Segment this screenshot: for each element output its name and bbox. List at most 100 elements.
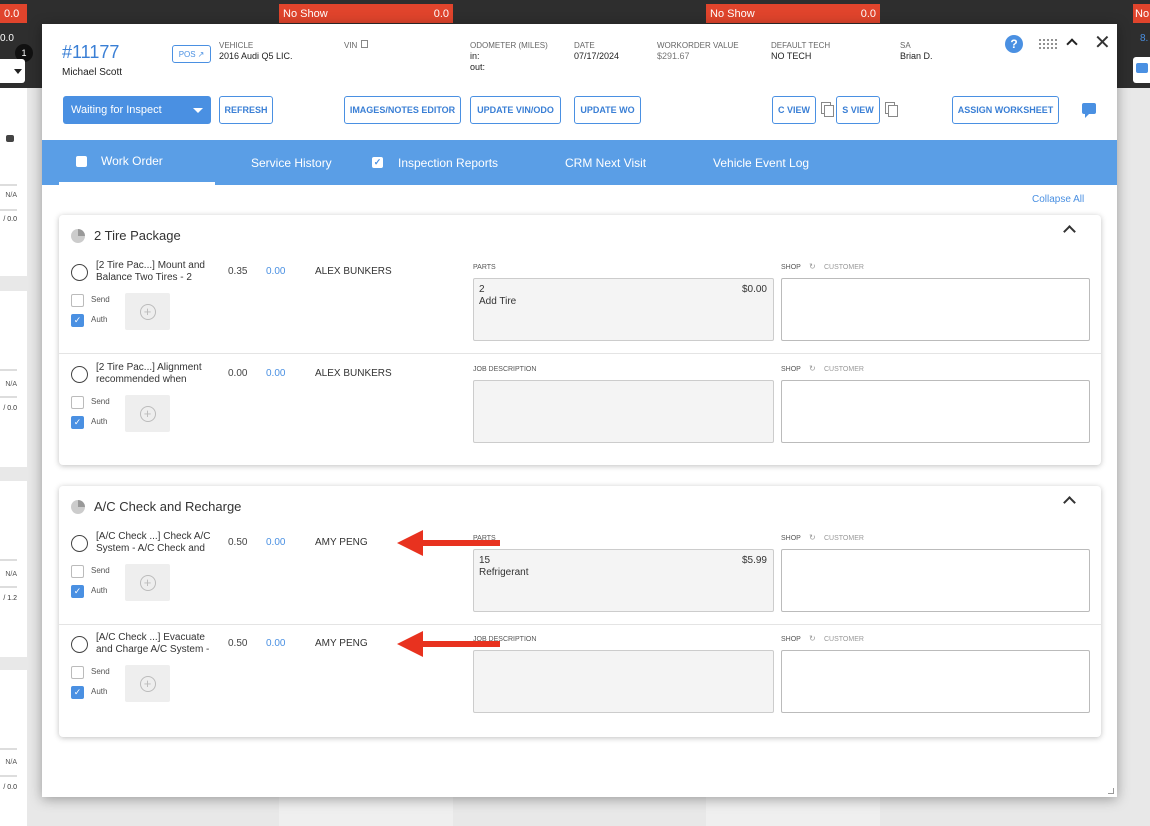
job-description-input[interactable] bbox=[473, 650, 774, 713]
job-tech[interactable]: AMY PENG bbox=[315, 537, 368, 548]
job-radio[interactable] bbox=[71, 636, 88, 653]
copy-icon[interactable] bbox=[361, 40, 368, 48]
job-name[interactable]: [2 Tire Pac...] Mount and Balance Two Ti… bbox=[96, 260, 221, 284]
s-view-button[interactable]: S VIEW bbox=[836, 96, 880, 124]
send-checkbox[interactable] bbox=[71, 565, 84, 578]
collapse-all-link[interactable]: Collapse All bbox=[1032, 194, 1084, 205]
c-view-button[interactable]: C VIEW bbox=[772, 96, 816, 124]
tab-crm-next-visit[interactable]: CRM Next Visit bbox=[565, 140, 646, 185]
parts-label: PARTS bbox=[473, 264, 496, 271]
refresh-icon[interactable]: ↻ bbox=[809, 262, 816, 271]
shop-notes-input[interactable] bbox=[781, 549, 1090, 612]
chevron-up-icon[interactable] bbox=[1063, 225, 1076, 238]
job-hours[interactable]: 0.00 bbox=[228, 368, 247, 379]
job-name[interactable]: [A/C Check ...] Evacuate and Charge A/C … bbox=[96, 632, 221, 656]
job-cost[interactable]: 0.00 bbox=[266, 537, 285, 548]
copy-icon[interactable] bbox=[821, 102, 834, 117]
pos-button[interactable]: POS ↗ bbox=[172, 45, 211, 63]
status-select[interactable]: Waiting for Inspect bbox=[63, 96, 211, 124]
send-checkbox[interactable] bbox=[71, 396, 84, 409]
job-hours[interactable]: 0.50 bbox=[228, 537, 247, 548]
resize-handle[interactable] bbox=[1108, 788, 1114, 794]
pie-icon bbox=[71, 229, 85, 243]
bg-badge-label: 0.0 bbox=[4, 7, 20, 20]
odometer-label: ODOMETER (MILES) bbox=[470, 41, 548, 50]
tab-checkbox[interactable] bbox=[76, 155, 87, 167]
bg-left-card[interactable]: N/A / 0.0 bbox=[0, 670, 27, 826]
refresh-icon[interactable]: ↻ bbox=[809, 364, 816, 373]
add-photo-button[interactable]: + bbox=[125, 293, 170, 330]
refresh-icon[interactable]: ↻ bbox=[809, 634, 816, 643]
work-order-number[interactable]: #11177 bbox=[62, 42, 119, 63]
images-notes-editor-button[interactable]: IMAGES/NOTES EDITOR bbox=[344, 96, 461, 124]
job-cost[interactable]: 0.00 bbox=[266, 638, 285, 649]
update-vin-odo-button[interactable]: UPDATE VIN/ODO bbox=[470, 96, 561, 124]
odometer-in: in: bbox=[470, 51, 480, 61]
job-cost[interactable]: 0.00 bbox=[266, 368, 285, 379]
auth-checkbox[interactable]: ✓ bbox=[71, 686, 84, 699]
plus-icon: + bbox=[139, 405, 156, 422]
bg-left-card[interactable]: N/A / 1.2 bbox=[0, 481, 27, 657]
caret-down-icon bbox=[193, 107, 203, 113]
job-radio[interactable] bbox=[71, 264, 88, 281]
refresh-button[interactable]: REFRESH bbox=[219, 96, 273, 124]
send-checkbox[interactable] bbox=[71, 294, 84, 307]
copy-icon[interactable] bbox=[885, 102, 898, 117]
job-tech[interactable]: ALEX BUNKERS bbox=[315, 368, 392, 379]
job-name[interactable]: [2 Tire Pac...] Alignment recommended wh… bbox=[96, 362, 221, 386]
job-hours[interactable]: 0.50 bbox=[228, 638, 247, 649]
pie-icon bbox=[71, 500, 85, 514]
tab-checkbox-checked[interactable]: ✓ bbox=[372, 157, 383, 168]
parts-box[interactable]: 15 Refrigerant $5.99 bbox=[473, 549, 774, 612]
bg-left-card[interactable]: N/A / 0.0 bbox=[0, 291, 27, 467]
bg-card-value: / 1.2 bbox=[3, 595, 17, 602]
shop-notes-input[interactable] bbox=[781, 380, 1090, 443]
job-tech[interactable]: ALEX BUNKERS bbox=[315, 266, 392, 277]
divider bbox=[59, 624, 1101, 625]
tab-bar: Work Order Service History ✓ Inspection R… bbox=[42, 140, 1117, 185]
add-photo-button[interactable]: + bbox=[125, 665, 170, 702]
bg-card-value: / 0.0 bbox=[3, 784, 17, 791]
parts-box[interactable]: 2 Add Tire $0.00 bbox=[473, 278, 774, 341]
job-tech[interactable]: AMY PENG bbox=[315, 638, 368, 649]
tab-inspection-reports[interactable]: ✓ Inspection Reports bbox=[372, 140, 498, 185]
bg-right-chat-button[interactable] bbox=[1133, 57, 1150, 83]
bg-left-card[interactable]: N/A / 0.0 bbox=[0, 88, 27, 276]
job-description-input[interactable] bbox=[473, 380, 774, 443]
grid-icon[interactable] bbox=[1038, 38, 1058, 49]
auth-checkbox[interactable]: ✓ bbox=[71, 314, 84, 327]
job-hours[interactable]: 0.35 bbox=[228, 266, 247, 277]
customer-label: CUSTOMER bbox=[824, 366, 864, 373]
auth-checkbox[interactable]: ✓ bbox=[71, 585, 84, 598]
chevron-up-icon[interactable] bbox=[1066, 34, 1078, 51]
annotation-arrow bbox=[397, 530, 500, 556]
auth-checkbox[interactable]: ✓ bbox=[71, 416, 84, 429]
job-radio[interactable] bbox=[71, 535, 88, 552]
auth-label: Auth bbox=[91, 417, 108, 426]
wo-value: $291.67 bbox=[657, 51, 690, 61]
send-checkbox[interactable] bbox=[71, 666, 84, 679]
add-photo-button[interactable]: + bbox=[125, 395, 170, 432]
tab-work-order[interactable]: Work Order bbox=[59, 140, 215, 185]
update-wo-button[interactable]: UPDATE WO bbox=[574, 96, 641, 124]
add-photo-button[interactable]: + bbox=[125, 564, 170, 601]
job-cost[interactable]: 0.00 bbox=[266, 266, 285, 277]
shop-label: SHOP bbox=[781, 535, 801, 542]
chevron-up-icon[interactable] bbox=[1063, 496, 1076, 509]
job-name[interactable]: [A/C Check ...] Check A/C System - A/C C… bbox=[96, 531, 221, 555]
customer-name[interactable]: Michael Scott bbox=[62, 67, 122, 78]
shop-notes-input[interactable] bbox=[781, 650, 1090, 713]
tab-vehicle-event-log[interactable]: Vehicle Event Log bbox=[713, 140, 809, 185]
refresh-icon[interactable]: ↻ bbox=[809, 533, 816, 542]
assign-worksheet-button[interactable]: ASSIGN WORKSHEET bbox=[952, 96, 1059, 124]
close-icon[interactable]: ✕ bbox=[1094, 30, 1111, 55]
progress-bar bbox=[0, 586, 17, 588]
chat-icon[interactable] bbox=[1082, 103, 1096, 118]
job-radio[interactable] bbox=[71, 366, 88, 383]
bg-left-dropdown[interactable] bbox=[0, 59, 25, 83]
help-icon[interactable]: ? bbox=[1005, 35, 1023, 53]
progress-bar bbox=[0, 184, 17, 186]
tab-service-history[interactable]: Service History bbox=[251, 140, 332, 185]
shop-notes-input[interactable] bbox=[781, 278, 1090, 341]
bg-card-value: / 0.0 bbox=[3, 216, 17, 223]
